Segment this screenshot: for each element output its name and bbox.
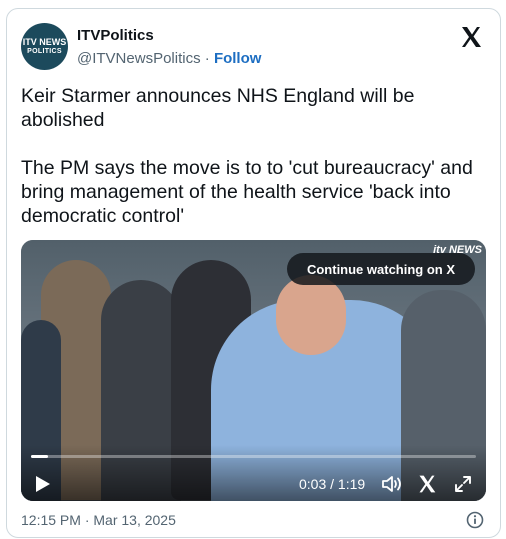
video-player[interactable]: itv NEWS Continue watching on X 0:03 / 1… xyxy=(21,240,486,501)
continue-watching-button[interactable]: Continue watching on X xyxy=(287,253,475,285)
author-name[interactable]: ITVPolitics xyxy=(77,27,154,44)
video-controls: 0:03 / 1:19 xyxy=(21,445,486,501)
fullscreen-icon[interactable] xyxy=(453,474,473,494)
play-icon[interactable] xyxy=(35,475,51,493)
avatar-line1: ITV NEWS xyxy=(22,37,67,47)
tweet-paragraph-2: The PM says the move is to to 'cut burea… xyxy=(21,157,473,227)
separator-dot: · xyxy=(204,50,210,67)
tweet-paragraph-1: Keir Starmer announces NHS England will … xyxy=(21,85,415,131)
tweet-card: ITV NEWS POLITICS ITVPolitics @ITVNewsPo… xyxy=(6,8,501,538)
progress-fill xyxy=(31,455,48,458)
x-logo-icon[interactable] xyxy=(459,25,483,49)
video-time: 0:03 / 1:19 xyxy=(299,476,366,492)
volume-icon[interactable] xyxy=(381,474,403,494)
avatar-line2: POLITICS xyxy=(27,48,62,55)
progress-bar[interactable] xyxy=(31,455,476,458)
info-icon[interactable] xyxy=(466,511,484,529)
tweet-text: Keir Starmer announces NHS England will … xyxy=(21,84,491,228)
avatar[interactable]: ITV NEWS POLITICS xyxy=(21,23,68,70)
follow-button[interactable]: Follow xyxy=(214,50,262,67)
author-handle[interactable]: @ITVNewsPolitics xyxy=(77,50,201,67)
handle-row: @ITVNewsPolitics · Follow xyxy=(77,50,261,67)
x-share-icon[interactable] xyxy=(417,474,437,494)
timestamp[interactable]: 12:15 PM · Mar 13, 2025 xyxy=(21,512,176,528)
